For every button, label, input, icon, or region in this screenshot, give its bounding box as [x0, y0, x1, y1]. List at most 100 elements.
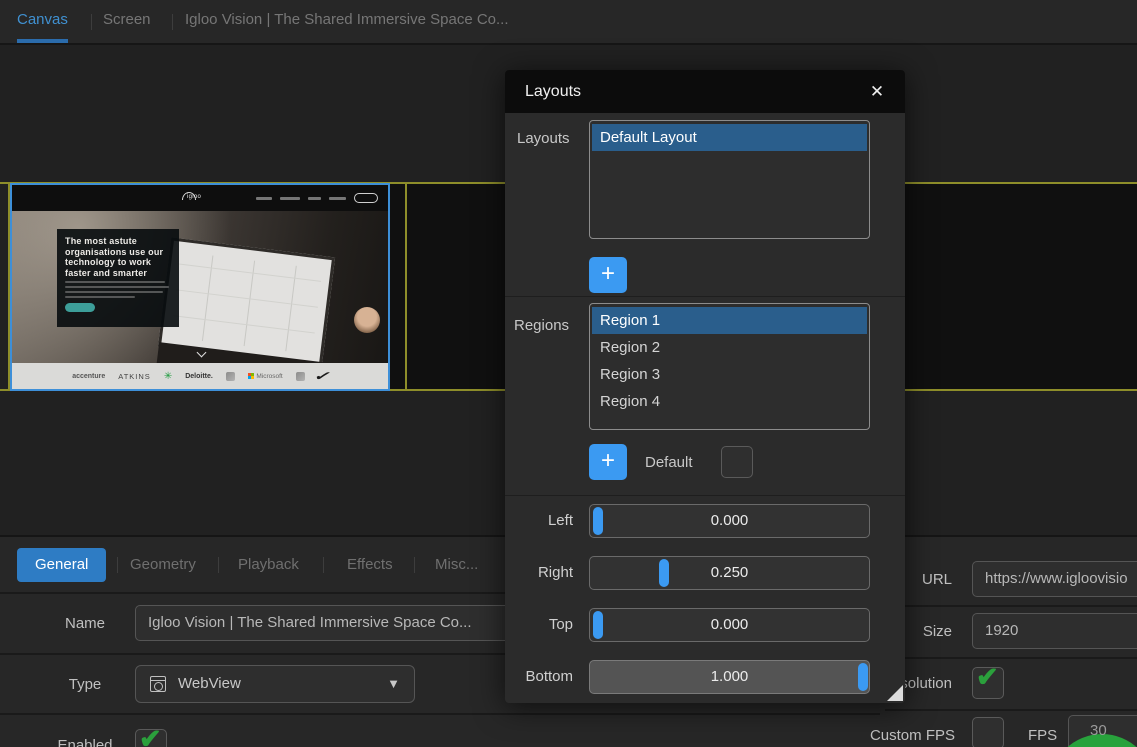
tab-divider — [117, 557, 118, 573]
right-slider-handle[interactable] — [659, 559, 669, 587]
enabled-checkbox[interactable]: ✔ — [135, 729, 167, 747]
regions-listbox[interactable]: Region 1 Region 2 Region 3 Region 4 — [589, 303, 870, 430]
bottom-slider-value: 1.000 — [590, 661, 869, 693]
custom-fps-label: Custom FPS — [830, 727, 955, 744]
default-label: Default — [645, 454, 693, 471]
tab-screen[interactable]: Screen — [103, 0, 151, 43]
list-item-default-layout[interactable]: Default Layout — [592, 124, 867, 151]
hero-paragraph-line — [65, 296, 135, 299]
igloo-logo: igloo — [182, 192, 201, 200]
hero-paragraph-line — [65, 281, 165, 284]
bp-logo: ✳ — [164, 371, 172, 382]
bottom-slider[interactable]: 1.000 — [589, 660, 870, 694]
list-item-region-4[interactable]: Region 4 — [592, 388, 867, 415]
accenture-logo: accenture — [72, 373, 105, 380]
tablet-screen — [158, 237, 335, 363]
section-divider — [505, 296, 905, 297]
hero-title: The most astute organisations use our te… — [65, 236, 171, 278]
list-item-region-1[interactable]: Region 1 — [592, 307, 867, 334]
tab-misc[interactable]: Misc... — [435, 548, 478, 582]
tab-divider — [218, 557, 219, 573]
type-dropdown[interactable]: WebView ▼ — [135, 665, 415, 703]
top-slider-row: Top 0.000 — [505, 608, 905, 642]
dialog-title: Layouts — [525, 70, 581, 113]
custom-fps-checkbox[interactable] — [972, 717, 1004, 747]
list-item-region-2[interactable]: Region 2 — [592, 334, 867, 361]
nav-cta-pill — [354, 193, 378, 203]
preview-site-header: igloo — [12, 185, 388, 211]
nav-item-placeholder — [308, 197, 321, 200]
check-icon: ✔ — [139, 724, 162, 747]
partner-logo — [226, 372, 235, 381]
add-layout-button[interactable]: + — [589, 257, 627, 293]
enabled-label: Enabled — [30, 737, 140, 747]
left-slider-handle[interactable] — [593, 507, 603, 535]
type-label: Type — [30, 676, 140, 693]
top-slider[interactable]: 0.000 — [589, 608, 870, 642]
partner-logo — [296, 372, 305, 381]
nav-item-placeholder — [329, 197, 346, 200]
bottom-slider-handle[interactable] — [858, 663, 868, 691]
fps-input-value: 30 — [1090, 713, 1107, 747]
section-divider — [505, 495, 905, 496]
nav-item-placeholder — [256, 197, 272, 200]
top-slider-value: 0.000 — [590, 609, 869, 641]
top-tab-bar: Canvas Screen Igloo Vision | The Shared … — [0, 0, 1137, 45]
preview-hero-photo: The most astute organisations use our te… — [12, 211, 388, 363]
left-slider-value: 0.000 — [590, 505, 869, 537]
name-input[interactable]: Igloo Vision | The Shared Immersive Spac… — [135, 605, 560, 641]
dialog-titlebar: Layouts ✕ — [505, 70, 905, 113]
left-slider-row: Left 0.000 — [505, 504, 905, 538]
add-region-button[interactable]: + — [589, 444, 627, 480]
webview-item-preview[interactable]: igloo — [10, 183, 390, 391]
app-window: Canvas Screen Igloo Vision | The Shared … — [0, 0, 1137, 747]
name-label: Name — [30, 615, 140, 632]
tab-divider — [91, 14, 92, 30]
tab-playback[interactable]: Playback — [238, 548, 299, 582]
tab-canvas[interactable]: Canvas — [17, 0, 68, 43]
tab-screen-label: Screen — [103, 11, 151, 28]
tab-divider — [414, 557, 415, 573]
size-input[interactable]: 1920 — [972, 613, 1137, 649]
top-slider-label: Top — [505, 608, 573, 642]
region-divider — [405, 182, 407, 391]
right-slider-value: 0.250 — [590, 557, 869, 589]
right-slider-row: Right 0.250 — [505, 556, 905, 590]
tab-canvas-label: Canvas — [17, 11, 68, 28]
webview-icon — [150, 676, 166, 692]
layouts-dialog: Layouts ✕ Layouts Default Layout + Regio… — [505, 70, 905, 703]
tab-item-igloo-vision[interactable]: Igloo Vision | The Shared Immersive Spac… — [185, 0, 509, 43]
layouts-section-label: Layouts — [517, 130, 570, 147]
tab-divider — [172, 14, 173, 30]
url-input[interactable]: https://www.igloovisio — [972, 561, 1137, 597]
nike-swoosh-logo: ✓ — [312, 369, 334, 383]
top-slider-handle[interactable] — [593, 611, 603, 639]
left-slider-label: Left — [505, 504, 573, 538]
list-item-region-3[interactable]: Region 3 — [592, 361, 867, 388]
tab-item-label: Igloo Vision | The Shared Immersive Spac… — [185, 11, 509, 28]
layouts-listbox[interactable]: Default Layout — [589, 120, 870, 239]
tab-geometry[interactable]: Geometry — [130, 548, 196, 582]
row-divider — [0, 713, 880, 715]
default-checkbox[interactable] — [721, 446, 753, 478]
resolution-checkbox[interactable]: ✔ — [972, 667, 1004, 699]
preview-site-nav — [256, 185, 378, 211]
right-slider[interactable]: 0.250 — [589, 556, 870, 590]
fps-label: FPS — [1028, 727, 1057, 744]
row-divider — [885, 657, 1137, 659]
igloo-logo-text: igloo — [187, 194, 201, 200]
tab-effects[interactable]: Effects — [347, 548, 393, 582]
chevron-down-icon: ▼ — [387, 666, 400, 702]
hero-cta-button — [65, 303, 95, 312]
dialog-resize-handle[interactable] — [887, 685, 903, 701]
close-icon[interactable]: ✕ — [861, 70, 893, 113]
tab-general[interactable]: General — [17, 548, 106, 582]
bottom-slider-row: Bottom 1.000 — [505, 660, 905, 694]
row-divider — [885, 605, 1137, 607]
bottom-slider-label: Bottom — [505, 660, 573, 694]
left-slider[interactable]: 0.000 — [589, 504, 870, 538]
tab-divider — [323, 557, 324, 573]
partner-logo-strip: accenture ATKINS ✳ Deloitte. Microsoft ✓ — [12, 363, 388, 389]
person-avatar — [354, 307, 380, 333]
nav-item-placeholder — [280, 197, 300, 200]
